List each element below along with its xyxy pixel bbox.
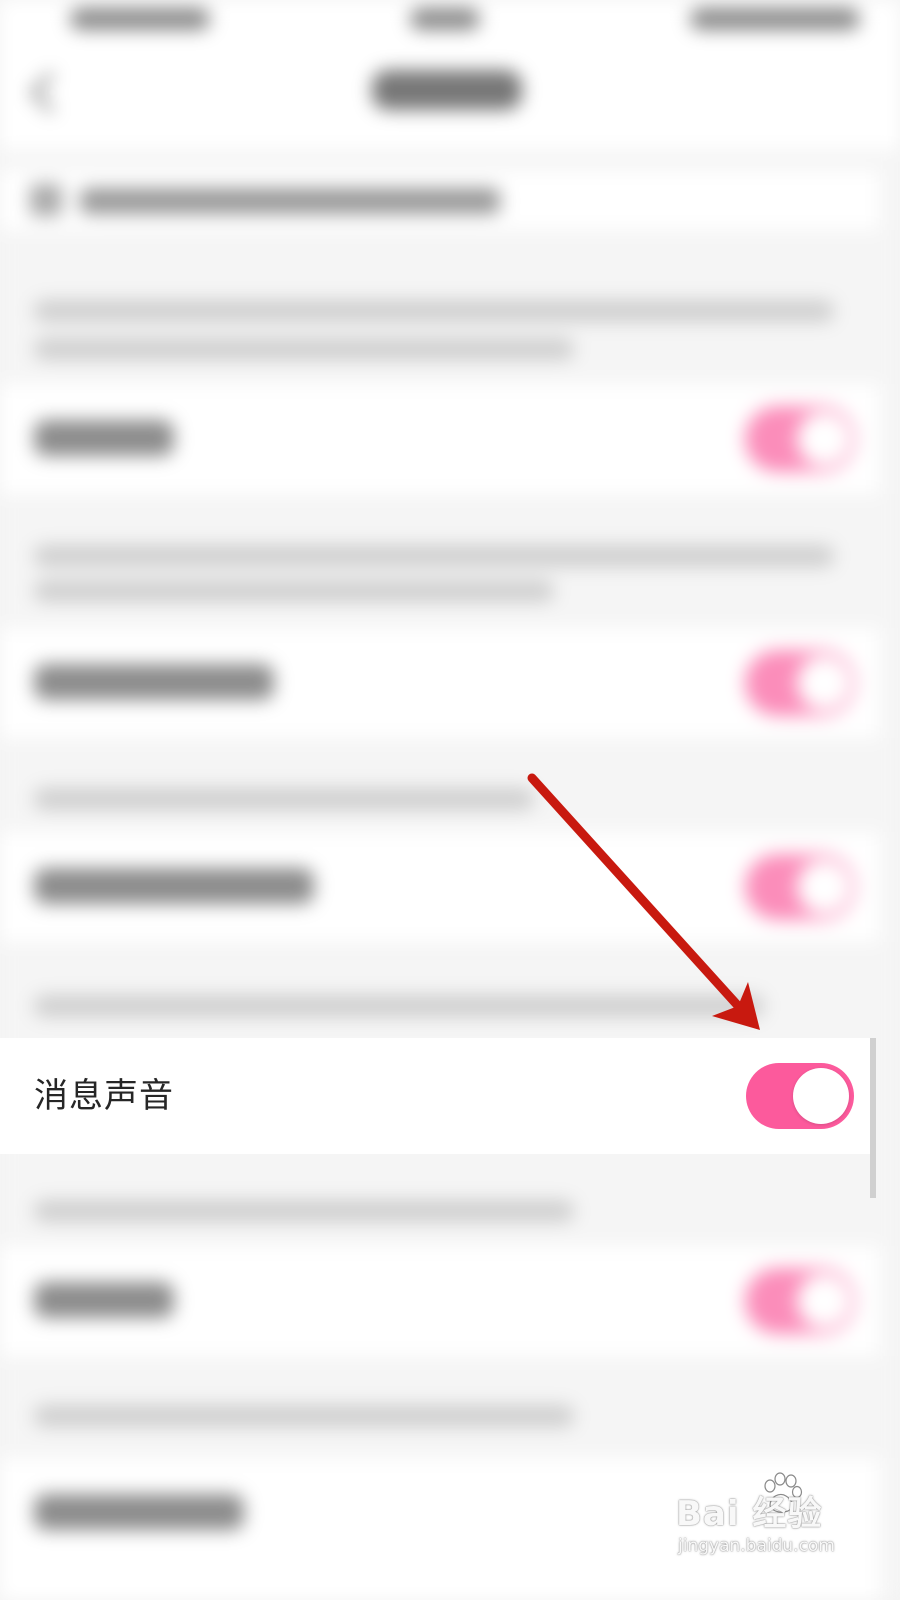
settings-row[interactable] — [0, 384, 880, 494]
settings-screen: 消息声音 Bai 经验 jingyan.baidu.com — [0, 0, 900, 1600]
description-line — [34, 338, 574, 360]
toggle-knob — [797, 412, 851, 466]
row-label — [34, 420, 174, 456]
settings-row[interactable] — [0, 1246, 880, 1356]
toggle-switch[interactable] — [745, 1268, 855, 1334]
toggle-knob — [797, 860, 851, 914]
message-sound-toggle[interactable] — [746, 1063, 854, 1129]
row-label — [34, 1494, 244, 1530]
toggle-knob — [793, 1068, 849, 1124]
row-label — [34, 1282, 174, 1318]
row-label — [34, 664, 274, 700]
description-line — [34, 788, 534, 810]
description-line — [34, 1405, 574, 1427]
toggle-switch[interactable] — [745, 406, 855, 472]
row-label — [34, 868, 314, 904]
message-sound-row[interactable]: 消息声音 — [0, 1038, 870, 1154]
back-arrow-icon[interactable] — [29, 71, 72, 114]
tip-text — [80, 188, 500, 214]
blurred-background — [0, 0, 900, 1600]
scrollbar[interactable] — [870, 1038, 876, 1198]
description-line — [34, 545, 834, 567]
tip-banner — [0, 170, 880, 230]
status-notch — [410, 8, 480, 30]
toggle-switch[interactable] — [745, 854, 855, 920]
status-bar — [0, 0, 900, 50]
watermark-brand: Bai 经验 — [676, 1494, 823, 1534]
nav-bar — [0, 50, 900, 150]
description-line — [34, 1200, 574, 1222]
settings-row[interactable] — [0, 628, 880, 738]
description-line — [34, 300, 834, 322]
baidu-watermark: Bai 经验 jingyan.baidu.com — [676, 1468, 876, 1578]
toggle-switch[interactable] — [745, 650, 855, 716]
watermark-url: jingyan.baidu.com — [678, 1536, 835, 1556]
info-icon — [30, 184, 62, 216]
page-title — [372, 70, 522, 110]
message-sound-label: 消息声音 — [34, 1076, 174, 1116]
status-time — [70, 8, 210, 30]
description-line — [34, 995, 764, 1017]
status-battery — [690, 8, 860, 30]
settings-row[interactable] — [0, 832, 880, 942]
toggle-knob — [797, 1274, 851, 1328]
toggle-knob — [797, 656, 851, 710]
description-line — [34, 580, 554, 602]
